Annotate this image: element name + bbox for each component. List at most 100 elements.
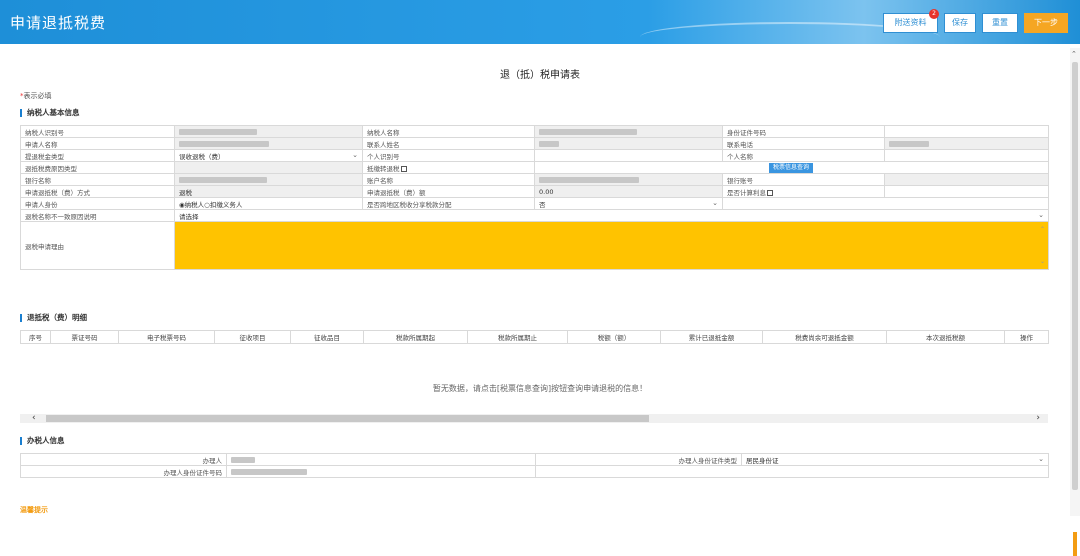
contact-name-label: 联系人姓名 — [362, 137, 535, 150]
personal-name-label: 个人名称 — [722, 149, 885, 162]
chevron-down-icon: ⌄ — [712, 198, 718, 207]
applicant-name-label: 申请人名称 — [20, 137, 175, 150]
refund-detail-table: 序号 票证号码 电子税票号码 征收项目 征收品目 税款所属期起 税款所属期止 税… — [20, 330, 1049, 344]
reset-button[interactable]: 重置 — [982, 13, 1018, 33]
chevron-down-icon: ⌄ — [352, 150, 358, 159]
calc-interest-checkbox[interactable] — [767, 189, 773, 196]
section-taxpayer-info: 纳税人基本信息 — [20, 109, 80, 117]
calc-interest-empty — [884, 185, 1049, 198]
taxpayer-id-value — [174, 125, 363, 138]
agent-name-label: 办理人 — [20, 453, 227, 466]
refund-method-value: 退税 — [174, 185, 363, 198]
radio-withholding-agent[interactable]: ○扣缴义务人 — [204, 201, 242, 209]
bank-account-label: 银行账号 — [722, 173, 885, 186]
agent-id-number-label: 办理人身份证件号码 — [20, 465, 227, 478]
col-period-start: 税款所属期起 — [363, 330, 468, 344]
chevron-down-icon: ⌄ — [1038, 210, 1044, 219]
agent-name-value — [226, 453, 536, 466]
col-levy-category: 征收品目 — [290, 330, 364, 344]
taxpayer-info-table: 纳税人识别号 纳税人名称 身份证件号码 申请人名称 联系人姓名 联系电话 提退税… — [20, 125, 1049, 270]
name-mismatch-reason-select[interactable]: 请选择 ⌄ — [174, 209, 1049, 222]
offset-to-refund-label: 抵缴转退税 — [367, 164, 400, 173]
refund-type-label: 提退税金类型 — [20, 149, 175, 162]
agent-row2-empty — [535, 465, 1049, 478]
offset-to-refund-cell: 抵缴转退税 — [362, 161, 535, 174]
scroll-up-icon[interactable]: ⌃ — [1071, 50, 1077, 58]
refund-reason-type-value — [174, 161, 363, 174]
applicant-identity-radios: ◉纳税人○扣缴义务人 — [174, 197, 363, 210]
chevron-down-icon: ⌄ — [1038, 454, 1044, 463]
contact-phone-label: 联系电话 — [722, 137, 885, 150]
notification-badge: 2 — [929, 9, 939, 19]
taxpayer-name-label: 纳税人名称 — [362, 125, 535, 138]
applicant-identity-label: 申请人身份 — [20, 197, 175, 210]
cross-region-value: 否 — [539, 200, 546, 209]
refund-method-label: 申请退抵税（费）方式 — [20, 185, 175, 198]
required-note: *表示必填 — [20, 91, 52, 101]
refund-reason-label: 退税申请理由 — [20, 221, 175, 270]
cross-region-label: 是否跨地区税收分享税款分配 — [362, 197, 535, 210]
bank-account-value — [884, 173, 1049, 186]
col-e-ticket-number: 电子税票号码 — [118, 330, 215, 344]
col-refunded-total: 累计已退抵金额 — [660, 330, 763, 344]
warm-tip-heading: 温馨提示 — [20, 506, 48, 514]
refund-type-select[interactable]: 误收退税（费） ⌄ — [174, 149, 363, 162]
account-name-label: 账户名称 — [362, 173, 535, 186]
required-note-text: 表示必填 — [23, 92, 52, 100]
personal-id-field[interactable] — [534, 149, 723, 162]
scroll-right-icon[interactable]: › — [1036, 413, 1040, 423]
horizontal-scroll-thumb[interactable] — [46, 415, 649, 422]
agent-id-type-select[interactable]: 居民身份证 ⌄ — [741, 453, 1049, 466]
empty-state-text: 暂无数据，请点击[税票信息查询]按钮查询申请退税的信息！ — [432, 384, 648, 393]
app-header: 申请退抵税费 附送资料 2 保存 重置 下一步 — [0, 0, 1080, 44]
tax-ticket-query-button[interactable]: 税票信息查询 — [769, 162, 814, 173]
query-button-cell: 税票信息查询 — [534, 161, 1049, 174]
row7-empty — [722, 197, 1049, 210]
bank-name-value — [174, 173, 363, 186]
vertical-scrollbar[interactable]: ⌃ — [1070, 48, 1080, 556]
cross-region-select[interactable]: 否 ⌄ — [534, 197, 723, 210]
refund-type-value: 误收退税（费） — [179, 152, 225, 161]
vertical-scroll-thumb[interactable] — [1072, 62, 1078, 490]
refund-reason-type-label: 退抵税费原因类型 — [20, 161, 175, 174]
section-agent-info: 办税人信息 — [20, 437, 65, 445]
agent-info-table: 办理人 办理人身份证件类型 居民身份证 ⌄ 办理人身份证件号码 — [20, 453, 1049, 478]
refund-amount-label: 申请退抵税（费）额 — [362, 185, 535, 198]
chevron-down-icon: ⌄ — [1039, 258, 1045, 265]
agent-id-number-value — [226, 465, 536, 478]
scroll-accent-marker — [1073, 532, 1077, 556]
personal-id-label: 个人识别号 — [362, 149, 535, 162]
col-period-end: 税款所属期止 — [467, 330, 568, 344]
contact-name-value — [534, 137, 723, 150]
applicant-name-value — [174, 137, 363, 150]
col-ticket-number: 票证号码 — [50, 330, 119, 344]
name-mismatch-reason-label: 退税名称不一致原因说明 — [20, 209, 175, 222]
bank-name-label: 银行名称 — [20, 173, 175, 186]
account-name-value — [534, 173, 723, 186]
refund-reason-textarea[interactable]: ⌃ ⌄ — [174, 221, 1049, 270]
refund-amount-value: 0.00 — [534, 185, 723, 198]
contact-phone-value — [884, 137, 1049, 150]
section-detail: 退抵税（费）明细 — [20, 314, 87, 322]
id-number-label: 身份证件号码 — [722, 125, 885, 138]
chevron-up-icon: ⌃ — [1039, 226, 1045, 233]
col-levy-item: 征收项目 — [214, 330, 291, 344]
personal-name-field[interactable] — [884, 149, 1049, 162]
agent-id-type-value: 居民身份证 — [746, 456, 779, 465]
form-title: 退（抵）税申请表 — [500, 70, 580, 81]
agent-id-type-label: 办理人身份证件类型 — [535, 453, 742, 466]
col-current-refund: 本次退抵税额 — [886, 330, 1005, 344]
col-remaining-refundable: 税费尚余可退抵金额 — [762, 330, 887, 344]
calc-interest-label: 是否计算利息 — [727, 188, 766, 197]
save-button[interactable]: 保存 — [944, 13, 976, 33]
taxpayer-id-label: 纳税人识别号 — [20, 125, 175, 138]
calc-interest-cell: 是否计算利息 — [722, 185, 885, 198]
scroll-left-icon[interactable]: ‹ — [32, 413, 36, 423]
offset-to-refund-checkbox[interactable] — [400, 165, 407, 172]
horizontal-scrollbar[interactable]: ‹ › — [20, 413, 1048, 423]
col-actions: 操作 — [1004, 330, 1049, 344]
id-number-field[interactable] — [884, 125, 1049, 138]
next-step-button[interactable]: 下一步 — [1024, 13, 1068, 33]
radio-taxpayer[interactable]: ◉纳税人 — [179, 201, 204, 209]
taxpayer-name-value — [534, 125, 723, 138]
